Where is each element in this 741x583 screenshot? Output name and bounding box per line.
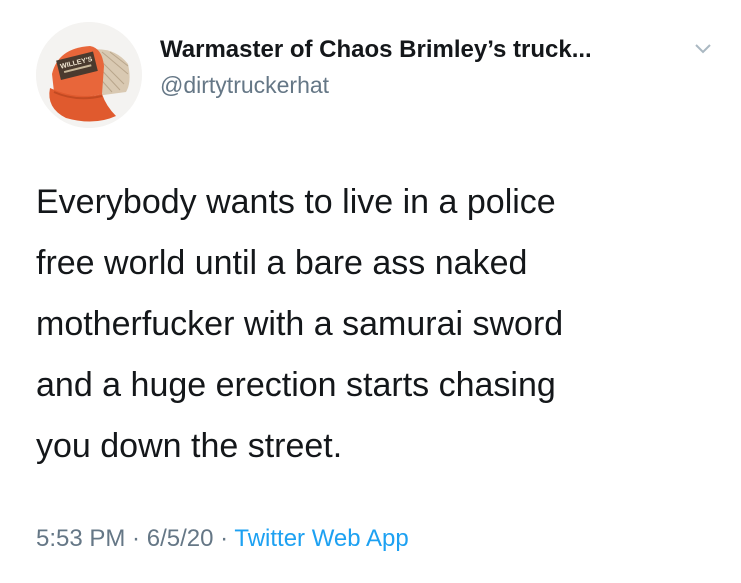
tweet-card: WILLEY'S Warmaster of Chaos Brimley’s tr… <box>0 0 741 583</box>
tweet-text: Everybody wants to live in a police free… <box>36 172 726 477</box>
user-handle[interactable]: @dirtytruckerhat <box>160 72 329 99</box>
tweet-meta: 5:53 PM · 6/5/20 · Twitter Web App <box>36 525 409 553</box>
tweet-line: and a huge erection starts chasing <box>36 366 556 404</box>
trucker-hat-avatar-icon: WILLEY'S <box>36 22 142 128</box>
source-app-link[interactable]: Twitter Web App <box>234 525 408 552</box>
avatar[interactable]: WILLEY'S <box>36 22 142 128</box>
chevron-down-icon[interactable] <box>694 42 712 56</box>
tweet-line: Everybody wants to live in a police <box>36 183 556 221</box>
tweet-date[interactable]: 6/5/20 <box>147 525 214 552</box>
tweet-line: you down the street. <box>36 427 343 465</box>
meta-separator: · <box>125 525 147 552</box>
tweet-time[interactable]: 5:53 PM <box>36 525 125 552</box>
tweet-line: motherfucker with a samurai sword <box>36 305 564 343</box>
display-name[interactable]: Warmaster of Chaos Brimley’s truck... <box>160 36 592 64</box>
meta-separator: · <box>213 525 235 552</box>
tweet-line: free world until a bare ass naked <box>36 244 528 282</box>
